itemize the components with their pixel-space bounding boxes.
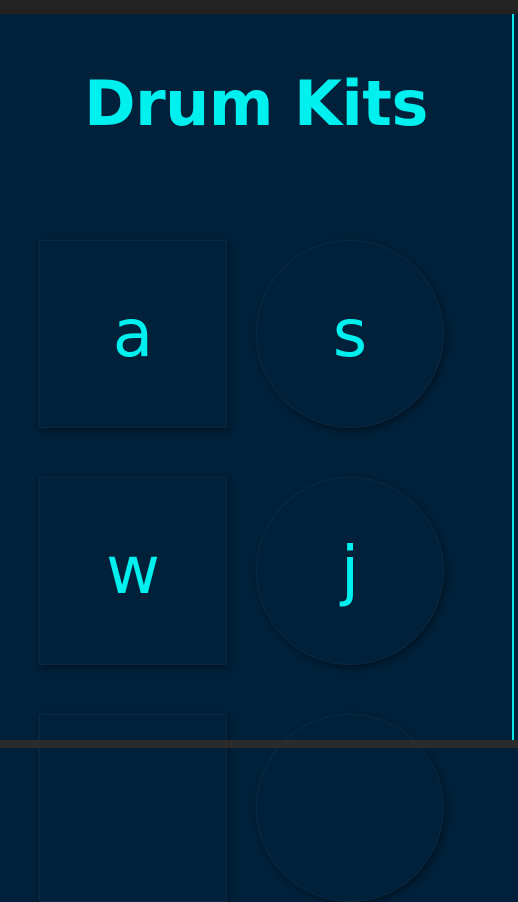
drum-pad-key-label: a xyxy=(112,295,154,372)
drum-pad-key-label: w xyxy=(106,532,160,609)
window-bottom-bar xyxy=(0,740,518,748)
page-title: Drum Kits xyxy=(84,67,428,140)
drum-pad-j[interactable]: j xyxy=(256,477,444,665)
panel-divider xyxy=(512,14,514,740)
drum-pad-a[interactable]: a xyxy=(39,240,227,428)
drum-pad-s[interactable]: s xyxy=(256,240,444,428)
drum-pad-key-label: s xyxy=(332,295,368,372)
window-top-bar xyxy=(0,0,518,14)
drum-pad-key-label: j xyxy=(340,532,360,609)
drum-pad-w[interactable]: w xyxy=(39,477,227,665)
